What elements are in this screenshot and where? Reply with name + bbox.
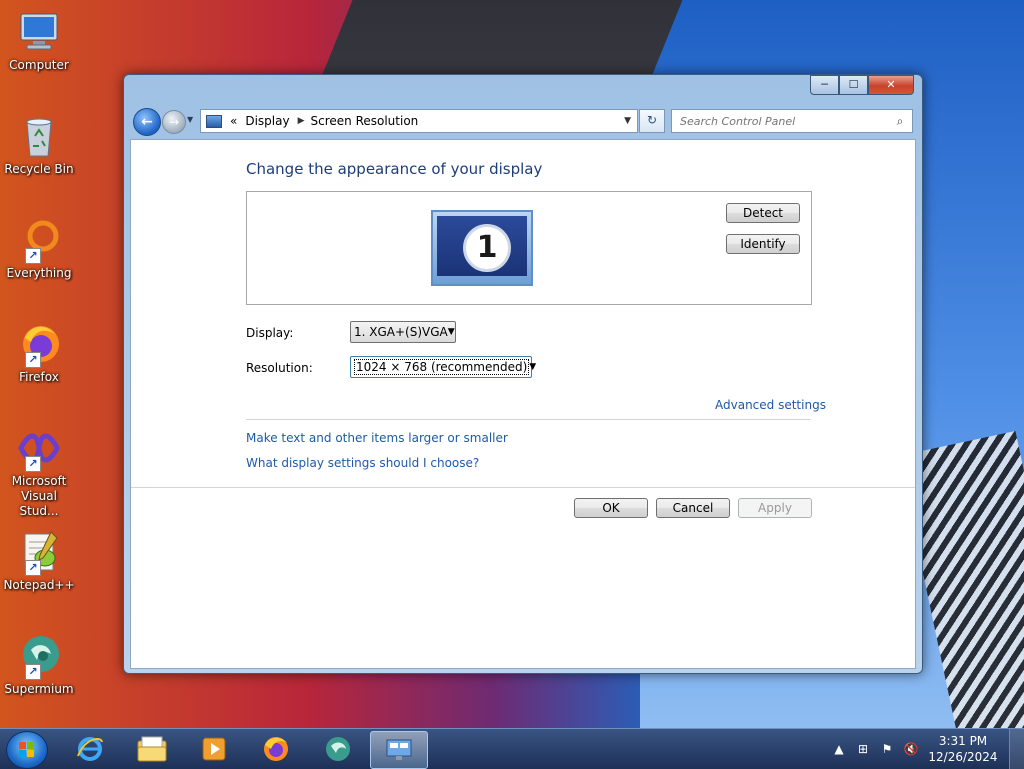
start-button[interactable] — [6, 731, 48, 769]
chevron-down-icon: ▼ — [529, 362, 537, 372]
taskbar-file-explorer[interactable] — [124, 731, 180, 767]
desktop-icon-label: Notepad++ — [3, 578, 75, 592]
shortcut-arrow-icon: ↗ — [25, 248, 41, 264]
notepad-plus-plus-icon: ↗ — [15, 528, 63, 576]
display-select[interactable]: 1. XGA+(S)VGA ▼ — [350, 321, 456, 343]
display-preview: 1 Detect Identify — [246, 191, 812, 305]
desktop-icon-firefox[interactable]: ↗ Firefox — [2, 320, 76, 385]
taskbar-control-panel[interactable] — [370, 731, 428, 769]
address-bar[interactable]: « Display ▶ Screen Resolution ▼ — [200, 109, 638, 133]
firefox-icon: ↗ — [15, 320, 63, 368]
forward-button[interactable]: → — [162, 110, 186, 134]
close-button[interactable]: ✕ — [868, 75, 914, 95]
show-hidden-icons-icon[interactable]: ▲ — [831, 742, 847, 756]
taskbar-media-player[interactable] — [186, 731, 242, 767]
arrow-right-icon: → — [168, 115, 180, 129]
shortcut-arrow-icon: ↗ — [25, 560, 41, 576]
resolution-select-value: 1024 × 768 (recommended) — [354, 359, 530, 375]
search-icon[interactable]: ⌕ — [892, 113, 908, 129]
volume-muted-icon[interactable]: 🔇 — [903, 742, 919, 756]
desktop-icon-label: Computer — [9, 58, 69, 72]
monitor-1[interactable]: 1 — [431, 210, 533, 286]
display-icon — [206, 114, 222, 128]
supermium-icon — [326, 737, 350, 761]
chevron-down-icon: ▼ — [447, 327, 455, 337]
monitor-screen: 1 — [437, 216, 527, 276]
taskbar-firefox[interactable] — [248, 731, 304, 767]
desktop-icon-visual-studio[interactable]: ↗ Microsoft Visual Stud... — [2, 424, 76, 519]
divider — [246, 419, 811, 420]
resolution-select[interactable]: 1024 × 768 (recommended) ▼ — [350, 356, 536, 378]
content-pane: Change the appearance of your display 1 … — [130, 139, 916, 669]
monitor-number: 1 — [463, 224, 511, 272]
shortcut-arrow-icon: ↗ — [25, 664, 41, 680]
desktop-icon-label: Everything — [6, 266, 72, 280]
taskbar-internet-explorer[interactable] — [62, 731, 118, 767]
action-center-flag-icon[interactable]: ⚑ — [879, 742, 895, 756]
maximize-button[interactable]: ☐ — [839, 75, 868, 95]
text-size-link[interactable]: Make text and other items larger or smal… — [246, 431, 508, 445]
show-desktop-button[interactable] — [1009, 729, 1024, 769]
taskbar: ▲ ⊞ ⚑ 🔇 3:31 PM 12/26/2024 — [0, 728, 1024, 769]
firefox-icon — [264, 737, 288, 761]
ok-button[interactable]: OK — [574, 498, 648, 518]
everything-icon: ↗ — [15, 216, 63, 264]
screen-resolution-window: ─ ☐ ✕ ← → ▼ « Display ▶ Screen Resolutio… — [123, 74, 923, 674]
supermium-icon: ↗ — [15, 632, 63, 680]
arrow-left-icon: ← — [141, 114, 153, 130]
refresh-button[interactable]: ↻ — [639, 109, 665, 133]
identify-button[interactable]: Identify — [726, 234, 800, 254]
desktop-icon-recycle-bin[interactable]: Recycle Bin — [2, 112, 76, 177]
clock-time: 3:31 PM — [938, 734, 988, 748]
desktop-icon-computer[interactable]: Computer — [2, 8, 76, 73]
page-title: Change the appearance of your display — [246, 160, 543, 178]
address-dropdown-icon[interactable]: ▼ — [624, 116, 631, 126]
shortcut-arrow-icon: ↗ — [25, 456, 41, 472]
breadcrumb-display[interactable]: Display — [245, 114, 289, 128]
minimize-button[interactable]: ─ — [810, 75, 839, 95]
system-tray: ▲ ⊞ ⚑ 🔇 3:31 PM 12/26/2024 — [827, 729, 1024, 769]
display-label: Display: — [246, 326, 294, 340]
advanced-settings-link[interactable]: Advanced settings — [715, 398, 826, 412]
search-box[interactable]: ⌕ — [671, 109, 913, 133]
desktop-icon-everything[interactable]: ↗ Everything — [2, 216, 76, 281]
desktop-icon-label: Firefox — [19, 370, 59, 384]
recent-pages-dropdown[interactable]: ▼ — [187, 115, 193, 124]
desktop-icon-label: Recycle Bin — [4, 162, 74, 176]
back-button[interactable]: ← — [133, 108, 161, 136]
internet-explorer-icon — [77, 737, 103, 761]
display-settings-help-link[interactable]: What display settings should I choose? — [246, 456, 479, 470]
display-select-value: 1. XGA+(S)VGA — [354, 325, 448, 339]
cancel-button[interactable]: Cancel — [656, 498, 730, 518]
clock[interactable]: 3:31 PM 12/26/2024 — [923, 733, 1003, 765]
resolution-label: Resolution: — [246, 361, 313, 375]
divider — [131, 487, 915, 488]
window-controls: ─ ☐ ✕ — [810, 75, 914, 95]
computer-icon — [15, 8, 63, 56]
visual-studio-icon: ↗ — [15, 424, 63, 472]
desktop-icon-label: Supermium — [4, 682, 74, 696]
network-icon[interactable]: ⊞ — [855, 742, 871, 756]
detect-button[interactable]: Detect — [726, 203, 800, 223]
desktop-icon-label: Microsoft Visual Stud... — [11, 474, 67, 518]
display-settings-icon — [386, 739, 412, 760]
shortcut-arrow-icon: ↗ — [25, 352, 41, 368]
apply-button[interactable]: Apply — [738, 498, 812, 518]
folder-icon — [137, 736, 167, 762]
desktop-icon-notepad-plus-plus[interactable]: ↗ Notepad++ — [2, 528, 76, 593]
breadcrumb-separator-icon[interactable]: ▶ — [298, 116, 305, 126]
windows-logo-icon — [19, 742, 34, 757]
desktop-icon-supermium[interactable]: ↗ Supermium — [2, 632, 76, 697]
media-player-icon — [202, 737, 226, 761]
refresh-icon: ↻ — [646, 113, 658, 127]
breadcrumb-screen-resolution[interactable]: Screen Resolution — [311, 114, 419, 128]
clock-date: 12/26/2024 — [928, 750, 998, 764]
taskbar-supermium[interactable] — [310, 731, 366, 767]
search-input[interactable] — [678, 113, 892, 129]
breadcrumb-overflow[interactable]: « — [230, 114, 237, 128]
recycle-bin-icon — [15, 112, 63, 160]
chevron-down-icon: ▼ — [187, 115, 194, 124]
